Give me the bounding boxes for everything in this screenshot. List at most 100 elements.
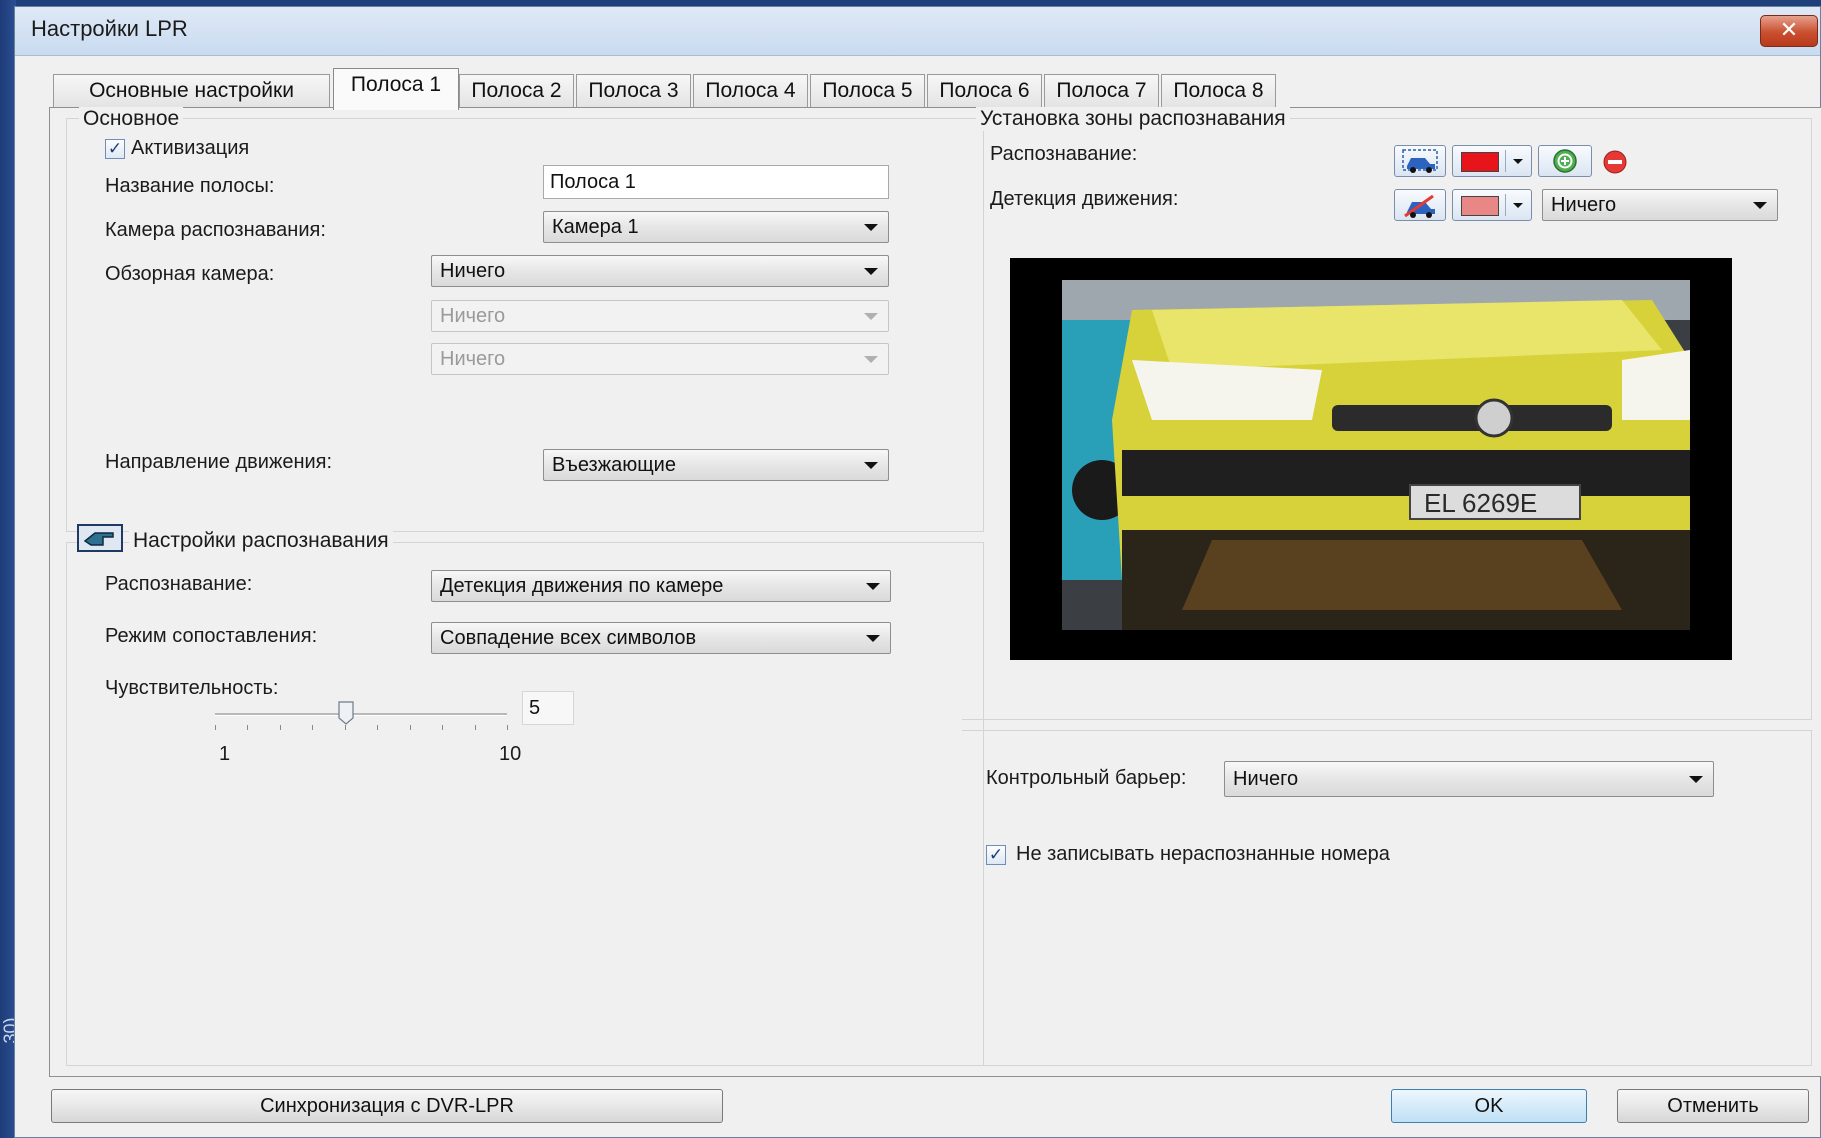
slider-tick bbox=[312, 725, 314, 730]
motion-detection-select[interactable]: Ничего bbox=[1542, 189, 1778, 221]
barrier-group: Контрольный барьер: Ничего ✓ Не записыва… bbox=[962, 730, 1812, 1066]
zone-recognition-label: Распознавание: bbox=[990, 143, 1138, 165]
cancel-button[interactable]: Отменить bbox=[1617, 1089, 1809, 1123]
basic-group: Основное ✓ Активизация Название полосы: … bbox=[66, 107, 984, 532]
activation-label: Активизация bbox=[131, 137, 250, 159]
sensitivity-value-field[interactable]: 5 bbox=[522, 691, 574, 725]
chevron-down-icon bbox=[1689, 776, 1703, 783]
tab-lane-6[interactable]: Полоса 6 bbox=[927, 74, 1042, 108]
overview-camera-select[interactable]: Ничего bbox=[431, 255, 889, 287]
chevron-down-icon bbox=[864, 313, 878, 320]
titlebar[interactable]: Настройки LPR ✕ bbox=[15, 7, 1820, 56]
tab-lane-2[interactable]: Полоса 2 bbox=[459, 74, 574, 108]
tab-lane-5[interactable]: Полоса 5 bbox=[810, 74, 925, 108]
remove-zone-button[interactable] bbox=[1602, 149, 1628, 175]
skip-unrecognized-checkbox[interactable]: ✓ bbox=[986, 845, 1006, 865]
slider-min-label: 1 bbox=[219, 743, 231, 765]
remove-icon bbox=[1603, 150, 1627, 174]
slider-thumb[interactable] bbox=[338, 701, 354, 725]
chevron-down-icon bbox=[864, 356, 878, 363]
slider-tick bbox=[377, 725, 379, 730]
match-mode-label: Режим сопоставления: bbox=[105, 625, 318, 647]
ok-button[interactable]: OK bbox=[1391, 1089, 1587, 1123]
lane-name-input[interactable]: Полоса 1 bbox=[543, 165, 889, 199]
control-barrier-select[interactable]: Ничего bbox=[1224, 761, 1714, 797]
chevron-down-icon bbox=[864, 462, 878, 469]
recognition-color-picker[interactable] bbox=[1452, 145, 1532, 177]
overview-camera-select-3: Ничего bbox=[431, 343, 889, 375]
motion-detection-label: Детекция движения: bbox=[990, 188, 1179, 210]
motion-color-picker[interactable] bbox=[1452, 189, 1532, 221]
sensitivity-slider[interactable] bbox=[215, 701, 508, 741]
chevron-down-icon bbox=[866, 635, 880, 642]
slider-tick bbox=[215, 725, 216, 730]
motion-color-swatch bbox=[1461, 196, 1499, 216]
license-plate-text: EL 6269E bbox=[1424, 488, 1537, 518]
lpr-settings-dialog: Настройки LPR ✕ Основные настройки Полос… bbox=[14, 6, 1821, 1138]
recognition-settings-icon-wrap bbox=[77, 523, 123, 553]
slider-tick bbox=[442, 725, 444, 730]
activation-checkbox[interactable]: ✓ bbox=[105, 139, 125, 159]
chevron-down-icon bbox=[864, 224, 878, 231]
control-barrier-value: Ничего bbox=[1233, 768, 1299, 790]
direction-value: Въезжающие bbox=[552, 454, 676, 476]
window-title: Настройки LPR bbox=[31, 16, 188, 41]
direction-select[interactable]: Въезжающие bbox=[543, 449, 889, 481]
sensitivity-label: Чувствительность: bbox=[105, 677, 279, 699]
tab-lane-1[interactable]: Полоса 1 bbox=[333, 68, 459, 110]
close-button[interactable]: ✕ bbox=[1760, 15, 1818, 47]
skip-unrecognized-label: Не записывать нераспознанные номера bbox=[1016, 843, 1390, 865]
basic-group-title: Основное bbox=[79, 107, 184, 131]
recognition-camera-select[interactable]: Камера 1 bbox=[543, 211, 889, 243]
overview-camera-select-2: Ничего bbox=[431, 300, 889, 332]
slider-tick bbox=[279, 725, 281, 730]
recognition-color-swatch bbox=[1461, 152, 1499, 172]
recognition-zone-button[interactable] bbox=[1394, 145, 1446, 177]
car-motion-icon bbox=[1404, 194, 1435, 218]
recognition-camera-value: Камера 1 bbox=[552, 216, 639, 238]
recognition-mode-value: Детекция движения по камере bbox=[440, 575, 724, 597]
recognition-camera-label: Камера распознавания: bbox=[105, 219, 326, 241]
motion-zone-button[interactable] bbox=[1394, 189, 1446, 221]
overview-camera-value: Ничего bbox=[440, 260, 506, 282]
overview-camera-3-value: Ничего bbox=[440, 348, 506, 370]
add-zone-button[interactable] bbox=[1538, 145, 1592, 177]
lane-1-panel: Основное ✓ Активизация Название полосы: … bbox=[49, 107, 1821, 1077]
pointing-hand-icon bbox=[77, 524, 123, 552]
sync-dvr-lpr-button[interactable]: Синхронизация с DVR-LPR bbox=[51, 1089, 723, 1123]
tab-general-settings[interactable]: Основные настройки bbox=[53, 74, 330, 108]
zone-group-title: Установка зоны распознавания bbox=[976, 107, 1290, 131]
tab-lane-7[interactable]: Полоса 7 bbox=[1044, 74, 1159, 108]
match-mode-value: Совпадение всех символов bbox=[440, 627, 697, 649]
slider-max-label: 10 bbox=[499, 743, 522, 765]
close-icon: ✕ bbox=[1779, 17, 1799, 42]
slider-tick bbox=[409, 725, 411, 730]
slider-tick bbox=[474, 725, 476, 730]
overview-camera-label: Обзорная камера: bbox=[105, 263, 275, 285]
tab-lane-3[interactable]: Полоса 3 bbox=[576, 74, 691, 108]
tab-lane-4[interactable]: Полоса 4 bbox=[693, 74, 808, 108]
match-mode-select[interactable]: Совпадение всех символов bbox=[431, 622, 891, 654]
chevron-down-icon bbox=[1513, 203, 1523, 208]
slider-tick bbox=[507, 725, 508, 730]
slider-track bbox=[215, 713, 507, 716]
camera-frame-image: EL 6269E bbox=[1010, 258, 1732, 660]
lane-name-label: Название полосы: bbox=[105, 175, 275, 197]
chevron-down-icon bbox=[864, 268, 878, 275]
add-icon bbox=[1553, 149, 1577, 173]
slider-tick bbox=[344, 725, 346, 730]
camera-preview[interactable]: EL 6269E bbox=[1010, 258, 1732, 660]
tab-lane-8[interactable]: Полоса 8 bbox=[1161, 74, 1276, 108]
recognition-mode-label: Распознавание: bbox=[105, 573, 253, 595]
recognition-group-title: Настройки распознавания bbox=[129, 529, 393, 553]
recognition-group: Настройки распознавания Распознавание: Д… bbox=[66, 523, 984, 1066]
chevron-down-icon bbox=[866, 583, 880, 590]
control-barrier-label: Контрольный барьер: bbox=[986, 767, 1187, 789]
slider-tick bbox=[247, 725, 249, 730]
overview-camera-2-value: Ничего bbox=[440, 305, 506, 327]
chevron-down-icon bbox=[1513, 159, 1523, 164]
car-zone-icon bbox=[1402, 149, 1438, 173]
recognition-mode-select[interactable]: Детекция движения по камере bbox=[431, 570, 891, 602]
direction-label: Направление движения: bbox=[105, 451, 333, 473]
chevron-down-icon bbox=[1753, 202, 1767, 209]
